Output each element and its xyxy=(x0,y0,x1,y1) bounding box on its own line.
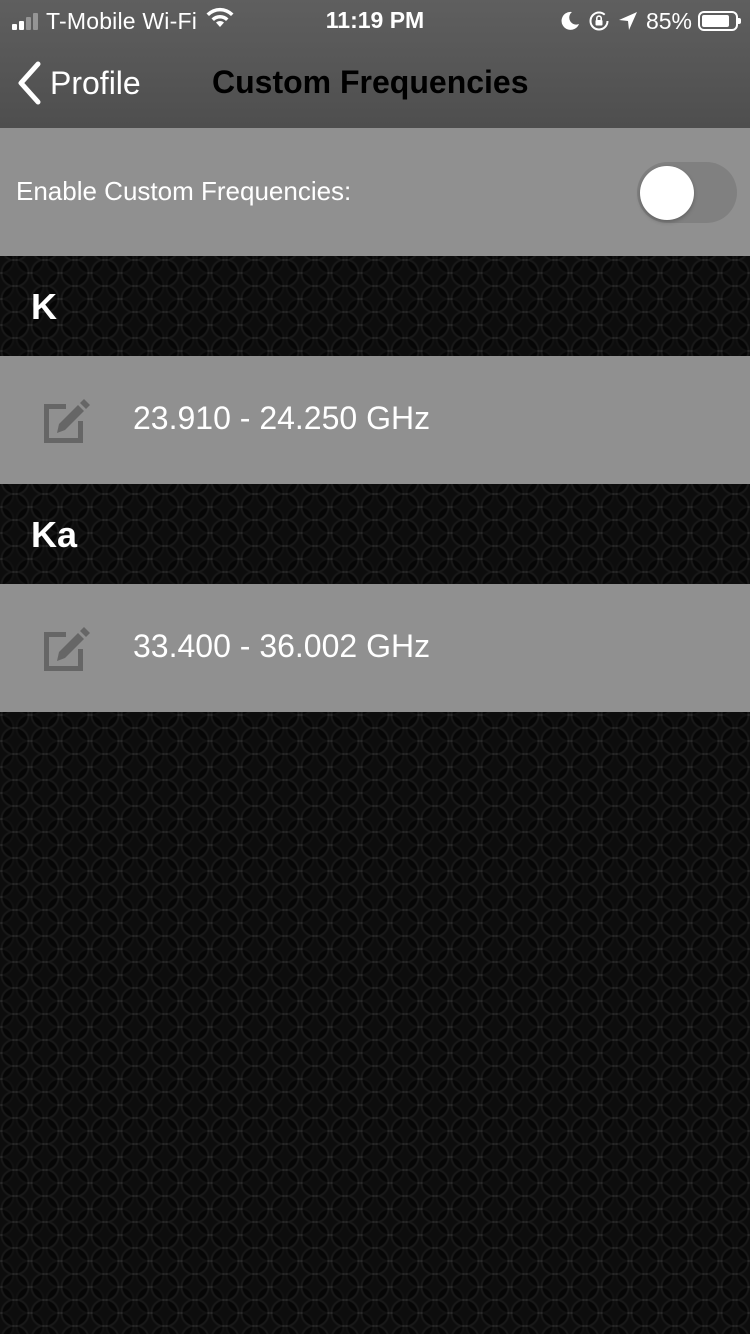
section-title: K xyxy=(31,286,57,327)
rotation-lock-icon xyxy=(588,10,610,32)
nav-bar: Profile Custom Frequencies xyxy=(0,40,750,128)
frequency-row-k[interactable]: 23.910 - 24.250 GHz xyxy=(0,356,750,484)
back-button-label: Profile xyxy=(50,64,141,101)
moon-icon xyxy=(560,11,580,31)
edit-icon[interactable] xyxy=(40,396,92,444)
section-title: Ka xyxy=(31,514,78,555)
battery-fill xyxy=(702,15,729,27)
location-arrow-icon xyxy=(618,11,638,31)
status-right: 85% xyxy=(560,7,741,35)
frequency-range-text: 23.910 - 24.250 GHz xyxy=(133,400,431,436)
back-button[interactable]: Profile xyxy=(16,60,141,106)
frequency-row-ka[interactable]: 33.400 - 36.002 GHz xyxy=(0,584,750,712)
enable-custom-frequencies-toggle[interactable] xyxy=(637,162,737,223)
battery-percent: 85% xyxy=(645,7,692,34)
page-title: Custom Frequencies xyxy=(212,64,529,100)
section-header-k: K xyxy=(0,256,750,356)
battery-icon xyxy=(698,11,741,31)
toggle-knob xyxy=(640,166,694,220)
top-bar: T-Mobile Wi-Fi 11:19 PM 85% Profile Cust… xyxy=(0,0,750,128)
frequency-range-text: 33.400 - 36.002 GHz xyxy=(133,628,431,664)
section-header-ka: Ka xyxy=(0,484,750,584)
enable-custom-frequencies-row: Enable Custom Frequencies: xyxy=(0,128,750,256)
chevron-left-icon xyxy=(18,61,41,105)
status-bar: T-Mobile Wi-Fi 11:19 PM 85% xyxy=(0,0,750,40)
enable-custom-frequencies-label: Enable Custom Frequencies: xyxy=(16,176,352,206)
edit-icon[interactable] xyxy=(40,624,92,672)
